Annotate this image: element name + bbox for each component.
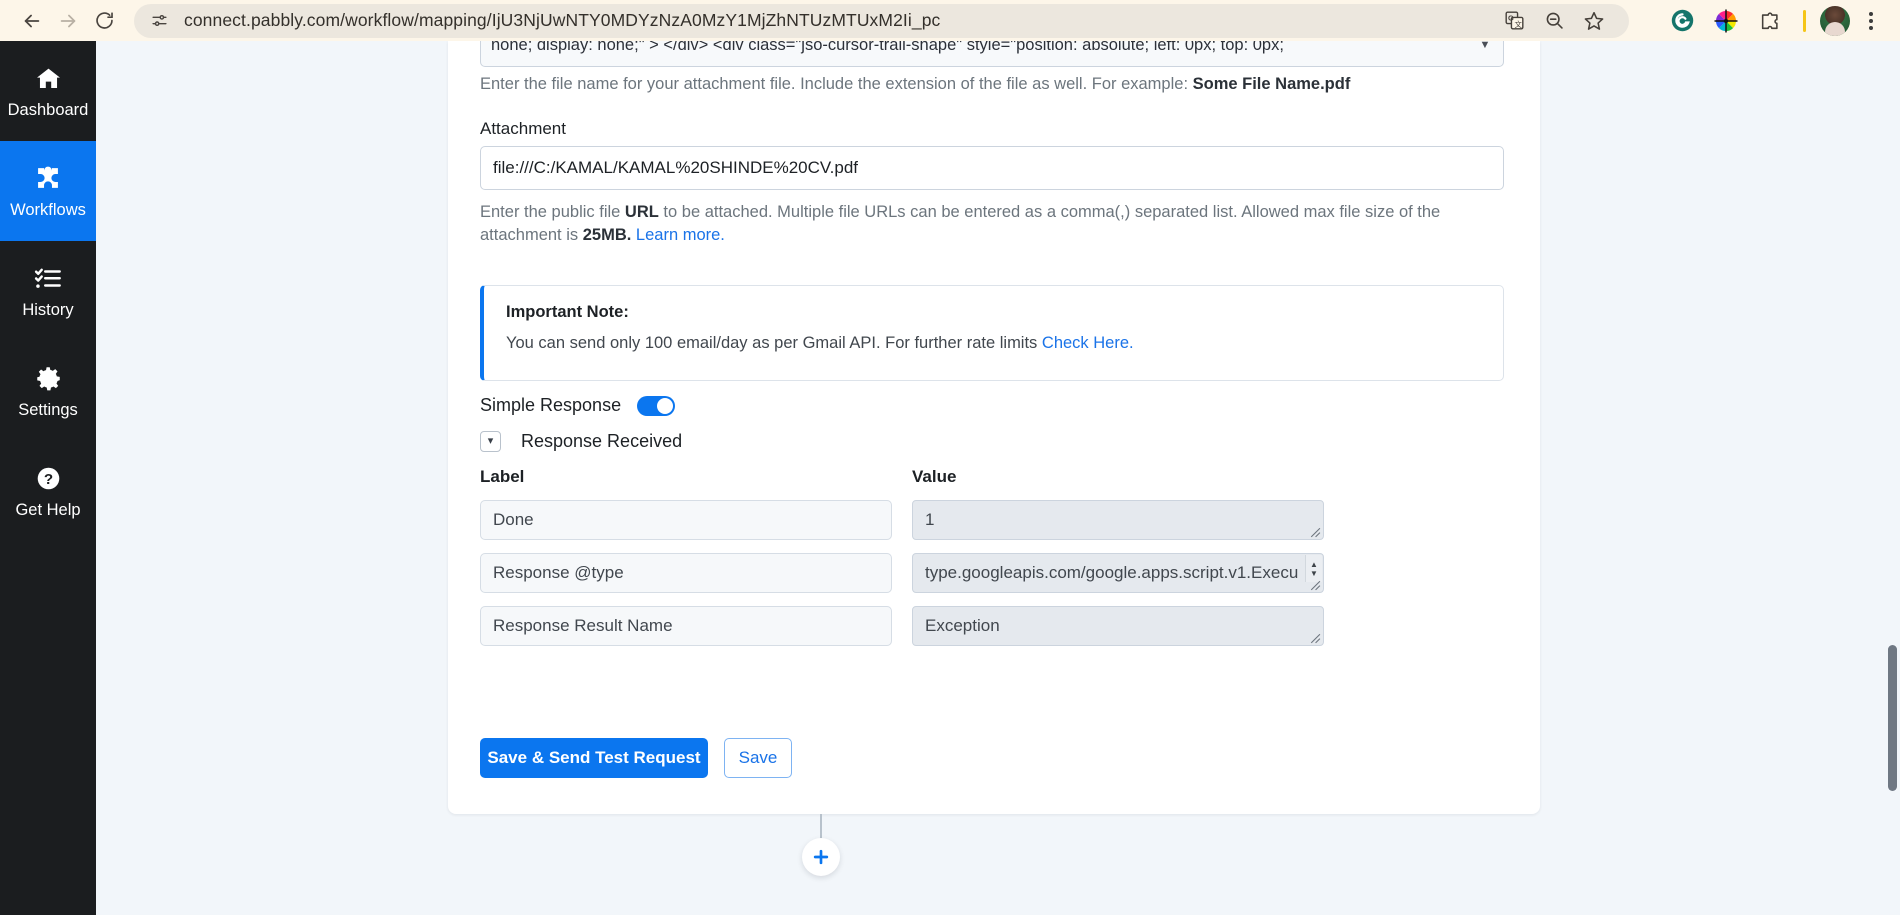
important-note-title: Important Note: [506,303,629,321]
row-label-input[interactable]: Response Result Name [480,606,892,646]
resize-grip-icon[interactable] [1308,631,1321,644]
sidebar-item-label: Settings [18,401,78,420]
profile-avatar[interactable] [1820,5,1850,36]
filename-help-prefix: Enter the file name for your attachment … [480,75,1193,93]
row-label-value: Response Result Name [493,616,673,635]
extensions-puzzle-icon[interactable] [1751,3,1789,39]
body-code-select-value: none; display: none;" > </div> <div clas… [491,41,1284,54]
attachment-input[interactable]: file:///C:/KAMAL/KAMAL%20SHINDE%20CV.pdf [480,146,1504,190]
sidebar-item-label: Get Help [15,501,81,520]
help-question-icon: ? [35,463,62,493]
scroll-up-arrow-icon[interactable]: ▲ [1310,560,1318,568]
attachment-help-url: URL [624,203,659,221]
reload-icon [94,10,115,31]
response-received-row[interactable]: ▾ Response Received [480,431,682,452]
column-header-label: Label [480,467,525,486]
zoom-out-icon[interactable] [1535,3,1573,39]
address-bar[interactable]: connect.pabbly.com/workflow/mapping/IjU3… [134,3,1629,39]
row-label-input[interactable]: Done [480,500,892,540]
workflow-canvas: none; display: none;" > </div> <div clas… [96,41,1900,915]
simple-response-row: Simple Response [480,395,676,416]
important-note-text: You can send only 100 email/day as per G… [506,334,1042,352]
color-picker-extension-icon[interactable] [1707,3,1745,39]
workflows-puzzle-icon [34,163,62,193]
sidebar-item-history[interactable]: History [0,241,96,341]
response-received-label: Response Received [521,431,683,451]
action-step-card: none; display: none;" > </div> <div clas… [448,41,1540,814]
extensions-area [1663,3,1886,39]
attachment-label: Attachment [480,119,566,138]
svg-text:G: G [1508,14,1514,23]
row-label-input[interactable]: Response @type [480,553,892,593]
home-icon [35,63,62,93]
browser-toolbar: connect.pabbly.com/workflow/mapping/IjU3… [0,0,1900,41]
filename-help-text: Enter the file name for your attachment … [480,73,1504,96]
scroll-down-arrow-icon[interactable]: ▼ [1310,569,1318,577]
back-arrow-icon [21,10,43,32]
page-scrollbar[interactable] [1885,41,1900,915]
row-value-text: type.googleapis.com/google.apps.script.v… [925,563,1299,582]
row-value-input[interactable]: Exception [912,606,1324,646]
site-settings-icon[interactable] [148,10,170,32]
reload-button[interactable] [86,3,122,39]
save-button[interactable]: Save [724,738,792,778]
row-value-text: Exception [925,616,1000,635]
step-connector-line [820,814,822,840]
attachment-input-value: file:///C:/KAMAL/KAMAL%20SHINDE%20CV.pdf [493,158,859,177]
important-note-body: You can send only 100 email/day as per G… [506,334,1483,353]
check-here-link[interactable]: Check Here. [1042,334,1134,352]
row-value-input[interactable]: type.googleapis.com/google.apps.script.v… [912,553,1324,593]
resize-grip-icon[interactable] [1308,578,1321,591]
body-code-select[interactable]: none; display: none;" > </div> <div clas… [480,41,1504,67]
row-label-value: Done [493,510,534,529]
column-header-value: Value [912,467,957,486]
toolbar-divider [1803,9,1806,32]
plus-icon [811,847,831,867]
forward-button[interactable] [50,3,86,39]
omnibox-actions: G 文 [1495,3,1613,39]
sidebar: Dashboard Workflows History Settings ? G… [0,41,96,915]
sidebar-item-workflows[interactable]: Workflows [0,141,96,241]
sidebar-item-get-help[interactable]: ? Get Help [0,441,96,541]
row-value-input[interactable]: 1 [912,500,1324,540]
attachment-help-part1: Enter the public file [480,203,625,221]
filename-help-example: Some File Name.pdf [1192,75,1351,93]
history-list-icon [34,263,62,293]
chrome-menu-icon[interactable] [1856,3,1886,39]
chevron-down-icon: ▼ [1479,41,1491,51]
page-scrollbar-thumb[interactable] [1888,645,1897,791]
forward-arrow-icon [57,10,79,32]
row-label-value: Response @type [493,563,624,582]
svg-text:?: ? [43,471,52,488]
sidebar-item-label: Dashboard [7,101,89,120]
attachment-help-size: 25MB. [582,226,632,245]
row-value-text: 1 [925,510,935,529]
url-text: connect.pabbly.com/workflow/mapping/IjU3… [184,10,941,30]
sidebar-item-label: History [22,301,74,320]
add-step-button[interactable] [802,838,840,876]
sidebar-item-dashboard[interactable]: Dashboard [0,41,96,141]
simple-response-toggle[interactable] [637,395,676,416]
chevron-down-icon[interactable]: ▾ [480,431,501,452]
attachment-learn-more-link[interactable]: Learn more. [636,226,725,244]
sidebar-item-settings[interactable]: Settings [0,341,96,441]
gear-icon [35,363,62,393]
translate-icon[interactable]: G 文 [1495,3,1533,39]
attachment-help-text: Enter the public file URL to be attached… [480,201,1490,248]
save-and-send-test-request-button[interactable]: Save & Send Test Request [480,738,708,778]
sidebar-item-label: Workflows [10,201,86,220]
bookmark-star-icon[interactable] [1575,3,1613,39]
resize-grip-icon[interactable] [1308,525,1321,538]
svg-text:文: 文 [1514,19,1522,29]
simple-response-label: Simple Response [480,395,622,415]
grammarly-extension-icon[interactable] [1663,3,1701,39]
important-note-box: Important Note: You can send only 100 em… [480,285,1504,381]
back-button[interactable] [14,3,50,39]
